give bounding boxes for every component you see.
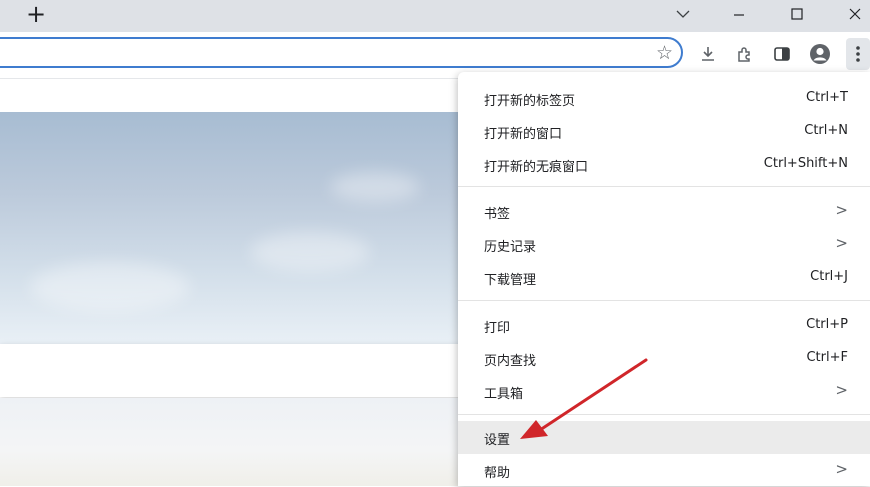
menu-item-bookmarks[interactable]: 书签 > <box>458 195 870 228</box>
menu-item-tools[interactable]: 工具箱 > <box>458 375 870 408</box>
menu-kebab-icon[interactable] <box>846 38 870 70</box>
menu-divider <box>458 300 870 301</box>
menu-divider <box>458 186 870 187</box>
menu-item-help[interactable]: 帮助 > <box>458 454 870 487</box>
menu-item-label: 打开新的标签页 <box>484 94 576 109</box>
menu-item-new-tab[interactable]: 打开新的标签页 Ctrl+T <box>458 82 870 115</box>
tab-search-chevron-down-icon[interactable] <box>664 0 702 28</box>
chevron-right-icon: > <box>835 234 848 252</box>
chevron-right-icon: > <box>835 381 848 399</box>
menu-item-new-window[interactable]: 打开新的窗口 Ctrl+N <box>458 115 870 148</box>
menu-item-label: 帮助 <box>484 466 511 481</box>
menu-item-label: 打开新的无痕窗口 <box>484 160 589 175</box>
minimize-button[interactable] <box>720 0 758 28</box>
menu-item-shortcut: Ctrl+F <box>806 350 848 365</box>
menu-item-label: 打印 <box>484 321 511 336</box>
menu-item-settings[interactable]: 设置 <box>458 421 870 454</box>
menu-item-label: 历史记录 <box>484 240 537 255</box>
menu-item-label: 页内查找 <box>484 354 537 369</box>
menu-item-find-in-page[interactable]: 页内查找 Ctrl+F <box>458 342 870 375</box>
menu-item-label: 设置 <box>484 433 511 448</box>
download-icon[interactable] <box>696 42 720 66</box>
menu-item-shortcut: Ctrl+J <box>810 269 848 284</box>
menu-item-label: 书签 <box>484 207 511 222</box>
side-panel-icon[interactable] <box>770 42 794 66</box>
bookmark-star-icon[interactable]: ☆ <box>656 42 673 64</box>
menu-item-shortcut: Ctrl+T <box>806 90 848 105</box>
chevron-right-icon: > <box>835 460 848 478</box>
tab-strip: + <box>0 0 870 32</box>
profile-avatar-icon[interactable] <box>808 42 832 66</box>
extensions-puzzle-icon[interactable] <box>733 42 757 66</box>
close-window-button[interactable] <box>836 0 870 28</box>
menu-item-label: 下载管理 <box>484 273 537 288</box>
maximize-button[interactable] <box>778 0 816 28</box>
browser-main-menu: 打开新的标签页 Ctrl+T 打开新的窗口 Ctrl+N 打开新的无痕窗口 Ct… <box>458 72 870 486</box>
menu-item-downloads[interactable]: 下载管理 Ctrl+J <box>458 261 870 294</box>
menu-item-history[interactable]: 历史记录 > <box>458 228 870 261</box>
menu-item-shortcut: Ctrl+Shift+N <box>763 156 848 171</box>
chevron-right-icon: > <box>835 201 848 219</box>
menu-item-shortcut: Ctrl+N <box>804 123 848 138</box>
menu-divider <box>458 414 870 415</box>
menu-item-new-incognito-window[interactable]: 打开新的无痕窗口 Ctrl+Shift+N <box>458 148 870 181</box>
menu-item-print[interactable]: 打印 Ctrl+P <box>458 309 870 342</box>
menu-item-label: 打开新的窗口 <box>484 127 563 142</box>
menu-item-label: 工具箱 <box>484 387 524 402</box>
address-bar[interactable]: ☆ <box>0 37 683 68</box>
menu-item-shortcut: Ctrl+P <box>806 317 848 332</box>
new-tab-button[interactable]: + <box>26 1 46 27</box>
